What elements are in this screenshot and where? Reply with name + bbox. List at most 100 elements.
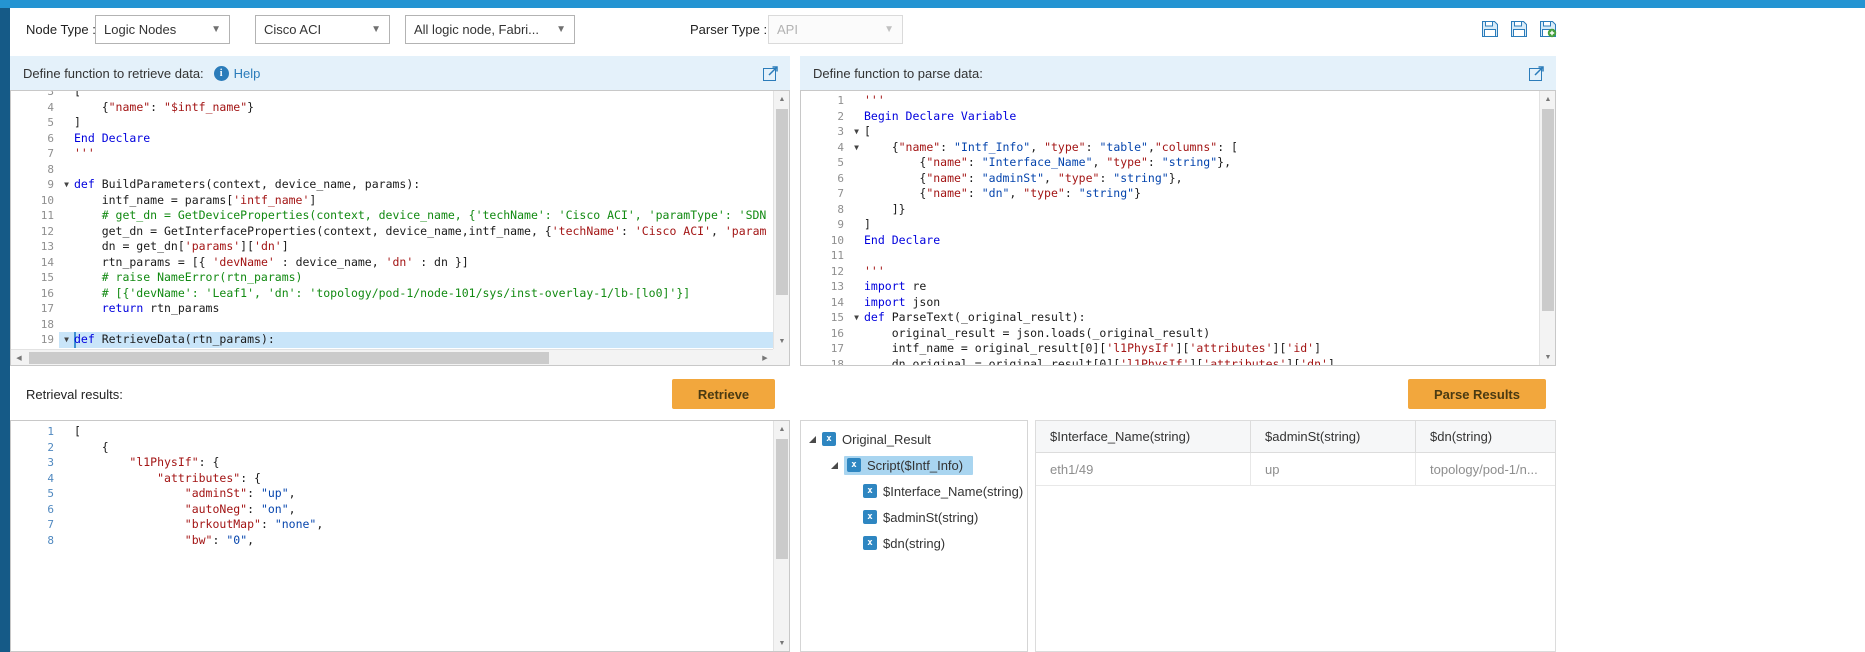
save-new-icon[interactable] — [1539, 20, 1557, 38]
code-line[interactable]: 18 — [11, 317, 773, 333]
horizontal-scrollbar[interactable]: ◀ ▶ — [11, 349, 773, 365]
code-text: "brkoutMap": "none", — [74, 517, 773, 533]
fold-gutter — [849, 186, 864, 202]
fold-arrow-icon[interactable]: ▼ — [849, 124, 864, 140]
fold-gutter — [59, 440, 74, 456]
tree-node-variable[interactable]: x$dn(string) — [801, 530, 1027, 556]
code-line[interactable]: 18 dn_original = original_result[0]['l1P… — [801, 357, 1539, 367]
code-line[interactable]: 11 — [801, 248, 1539, 264]
code-line[interactable]: 12''' — [801, 264, 1539, 280]
scrollbar-thumb[interactable] — [29, 352, 549, 364]
help-link[interactable]: i Help — [214, 66, 261, 81]
code-line[interactable]: 5 "adminSt": "up", — [11, 486, 773, 502]
code-line[interactable]: 9] — [801, 217, 1539, 233]
code-line[interactable]: 3 "l1PhysIf": { — [11, 455, 773, 471]
code-line[interactable]: 1[ — [11, 424, 773, 440]
scrollbar-thumb[interactable] — [776, 439, 788, 559]
tree-node-original-result[interactable]: xOriginal_Result — [801, 426, 1027, 452]
code-line[interactable]: 13import re — [801, 279, 1539, 295]
code-line[interactable]: 2Begin Declare Variable — [801, 109, 1539, 125]
retrieval-output-editor[interactable]: 1[2 {3 "l1PhysIf": {4 "attributes": {5 "… — [10, 420, 790, 652]
tree-expander-icon[interactable] — [809, 436, 816, 443]
code-line[interactable]: 9▼def BuildParameters(context, device_na… — [11, 177, 773, 193]
parser-type-select[interactable]: API ▼ — [768, 15, 903, 44]
parse-code-editor[interactable]: 1'''2Begin Declare Variable3▼[4▼ {"name"… — [800, 90, 1556, 366]
code-line[interactable]: 11 # get_dn = GetDeviceProperties(contex… — [11, 208, 773, 224]
retrieve-button[interactable]: Retrieve — [672, 379, 775, 409]
code-line[interactable]: 8 ]} — [801, 202, 1539, 218]
code-line[interactable]: 6 "autoNeg": "on", — [11, 502, 773, 518]
retrieve-code-editor[interactable]: 3[4 {"name": "$intf_name"}5]6End Declare… — [10, 90, 790, 366]
scroll-down-arrow[interactable]: ▼ — [1540, 349, 1556, 365]
code-line[interactable]: 10End Declare — [801, 233, 1539, 249]
scroll-up-arrow[interactable]: ▲ — [774, 91, 790, 107]
code-line[interactable]: 3▼[ — [801, 124, 1539, 140]
code-line[interactable]: 16 # [{'devName': 'Leaf1', 'dn': 'topolo… — [11, 286, 773, 302]
code-line[interactable]: 14import json — [801, 295, 1539, 311]
scroll-up-arrow[interactable]: ▲ — [774, 421, 790, 437]
code-line[interactable]: 6End Declare — [11, 131, 773, 147]
parse-results-button[interactable]: Parse Results — [1408, 379, 1546, 409]
fold-arrow-icon[interactable]: ▼ — [59, 177, 74, 193]
code-line[interactable]: 15▼def ParseText(_original_result): — [801, 310, 1539, 326]
fold-arrow-icon[interactable]: ▼ — [849, 310, 864, 326]
code-line[interactable]: 1''' — [801, 93, 1539, 109]
scroll-down-arrow[interactable]: ▼ — [774, 333, 790, 349]
code-line[interactable]: 6 {"name": "adminSt", "type": "string"}, — [801, 171, 1539, 187]
open-editor-icon[interactable] — [762, 64, 780, 82]
tree-node-variable[interactable]: x$Interface_Name(string) — [801, 478, 1027, 504]
code-line[interactable]: 8 — [11, 162, 773, 178]
table-cell[interactable]: up — [1251, 453, 1416, 485]
node-type-select[interactable]: Logic Nodes ▼ — [95, 15, 230, 44]
line-number: 5 — [11, 486, 59, 502]
code-line[interactable]: 4 {"name": "$intf_name"} — [11, 100, 773, 116]
code-line[interactable]: 5] — [11, 115, 773, 131]
fold-gutter — [59, 193, 74, 209]
code-text: ''' — [74, 146, 773, 162]
fold-gutter — [849, 279, 864, 295]
code-line[interactable]: 14 rtn_params = [{ 'devName' : device_na… — [11, 255, 773, 271]
code-line[interactable]: 17 intf_name = original_result[0]['l1Phy… — [801, 341, 1539, 357]
save-as-icon[interactable] — [1510, 20, 1528, 38]
code-line[interactable]: 7''' — [11, 146, 773, 162]
active-code-line[interactable]: 19▼def RetrieveData(rtn_params): — [11, 332, 773, 348]
scroll-up-arrow[interactable]: ▲ — [1540, 91, 1556, 107]
table-row[interactable]: eth1/49uptopology/pod-1/n... — [1036, 453, 1555, 486]
code-line[interactable]: 16 original_result = json.loads(_origina… — [801, 326, 1539, 342]
code-line[interactable]: 4 "attributes": { — [11, 471, 773, 487]
tree-expander-icon[interactable] — [831, 462, 838, 469]
save-icon[interactable] — [1481, 20, 1499, 38]
table-cell[interactable]: topology/pod-1/n... — [1416, 453, 1555, 485]
technology-select[interactable]: Cisco ACI ▼ — [255, 15, 390, 44]
code-line[interactable]: 5 {"name": "Interface_Name", "type": "st… — [801, 155, 1539, 171]
code-line[interactable]: 12 get_dn = GetInterfaceProperties(conte… — [11, 224, 773, 240]
table-body: eth1/49uptopology/pod-1/n... — [1036, 453, 1555, 486]
scroll-left-arrow[interactable]: ◀ — [11, 350, 27, 366]
fold-gutter — [59, 301, 74, 317]
scope-select[interactable]: All logic node, Fabri... ▼ — [405, 15, 575, 44]
line-number: 7 — [11, 517, 59, 533]
scroll-down-arrow[interactable]: ▼ — [774, 635, 790, 651]
tree-node-variable[interactable]: x$adminSt(string) — [801, 504, 1027, 530]
vertical-scrollbar[interactable]: ▲ ▼ — [773, 91, 789, 349]
table-cell[interactable]: eth1/49 — [1036, 453, 1251, 485]
vertical-scrollbar[interactable]: ▲ ▼ — [773, 421, 789, 651]
code-line[interactable]: 17 return rtn_params — [11, 301, 773, 317]
code-line[interactable]: 3[ — [11, 90, 773, 100]
tree-node-script[interactable]: xScript($Intf_Info) — [801, 452, 1027, 478]
scroll-right-arrow[interactable]: ▶ — [757, 350, 773, 366]
open-editor-icon[interactable] — [1528, 64, 1546, 82]
fold-arrow-icon[interactable]: ▼ — [59, 332, 74, 348]
code-line[interactable]: 10 intf_name = params['intf_name'] — [11, 193, 773, 209]
fold-arrow-icon[interactable]: ▼ — [849, 140, 864, 156]
code-line[interactable]: 4▼ {"name": "Intf_Info", "type": "table"… — [801, 140, 1539, 156]
vertical-scrollbar[interactable]: ▲ ▼ — [1539, 91, 1555, 365]
scrollbar-thumb[interactable] — [1542, 109, 1554, 311]
scrollbar-thumb[interactable] — [776, 109, 788, 295]
code-line[interactable]: 15 # raise NameError(rtn_params) — [11, 270, 773, 286]
code-line[interactable]: 2 { — [11, 440, 773, 456]
code-line[interactable]: 7 "brkoutMap": "none", — [11, 517, 773, 533]
code-line[interactable]: 8 "bw": "0", — [11, 533, 773, 549]
code-line[interactable]: 7 {"name": "dn", "type": "string"} — [801, 186, 1539, 202]
code-line[interactable]: 13 dn = get_dn['params']['dn'] — [11, 239, 773, 255]
